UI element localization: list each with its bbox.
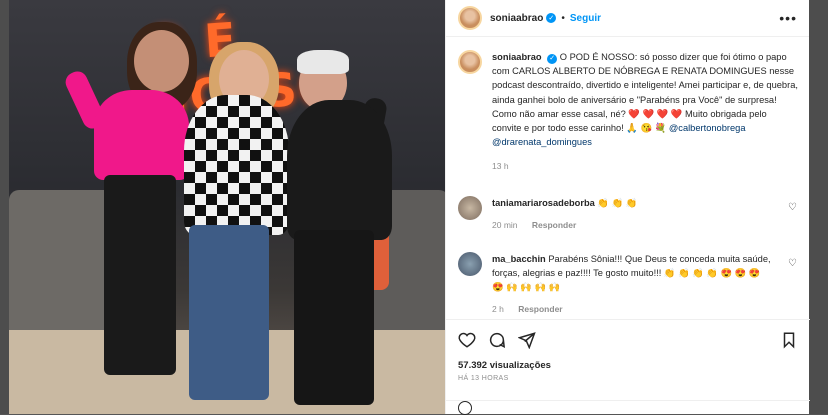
more-icon[interactable]: ••• <box>779 10 797 26</box>
mention-link[interactable]: @calbertonobrega <box>669 123 746 133</box>
person-right-hair <box>297 50 349 74</box>
reply-button[interactable]: Responder <box>518 304 562 314</box>
comment-icon[interactable] <box>488 331 506 349</box>
comment-item: taniamariarosadeborba 👏 👏 👏 20 min Respo… <box>458 196 798 232</box>
person-middle-legs <box>189 225 269 400</box>
caption-time: 13 h <box>492 161 509 172</box>
person-left-legs <box>104 175 176 375</box>
caption-username[interactable]: soniaabrao <box>492 52 542 62</box>
comment-text: 👏 👏 👏 <box>597 198 638 208</box>
post-header: soniaabrao ✓ • Seguir ••• <box>446 0 809 37</box>
views-count[interactable]: 57.392 visualizações <box>458 360 798 371</box>
comment-meta: 20 min Responder <box>492 218 772 232</box>
posted-ago: HÁ 13 HORAS <box>458 375 509 382</box>
screenshot-frame: O É NOSSO soniaabrao ✓ <box>0 0 828 415</box>
verified-icon: ✓ <box>547 54 558 65</box>
person-right-body <box>287 100 392 240</box>
post-sidebar: soniaabrao ✓ • Seguir ••• soniaabrao ✓ O… <box>445 0 810 415</box>
share-icon[interactable] <box>518 331 536 349</box>
bookmark-icon[interactable] <box>780 331 798 349</box>
comment-avatar[interactable] <box>458 196 482 220</box>
heart-icon[interactable] <box>458 331 476 349</box>
post-photo[interactable]: O É NOSSO <box>9 0 445 414</box>
comment-meta: 2 h Responder <box>492 302 772 316</box>
username-link[interactable]: soniaabrao <box>490 13 543 24</box>
smile-icon[interactable] <box>458 400 472 415</box>
follow-button[interactable]: Seguir <box>570 13 601 24</box>
comment-item: ma_bacchin Parabéns Sônia!!! Que Deus te… <box>458 252 798 316</box>
comment-avatar[interactable] <box>458 252 482 276</box>
person-right-legs <box>294 230 374 405</box>
separator-dot: • <box>561 12 565 24</box>
add-comment-bar <box>446 400 810 415</box>
caption-text: O POD É NOSSO: só posso dizer que foi ót… <box>492 52 798 134</box>
person-left-head <box>134 30 189 92</box>
post-caption: soniaabrao ✓ O POD É NOSSO: só posso diz… <box>458 50 798 174</box>
instagram-post: O É NOSSO soniaabrao ✓ <box>9 0 810 415</box>
mention-link[interactable]: @drarenata_domingues <box>492 137 592 147</box>
comment-body: taniamariarosadeborba 👏 👏 👏 20 min Respo… <box>492 196 772 232</box>
caption-avatar[interactable] <box>458 50 482 74</box>
comment-body: ma_bacchin Parabéns Sônia!!! Que Deus te… <box>492 252 772 316</box>
person-middle-body <box>184 95 289 235</box>
comment-username[interactable]: taniamariarosadeborba <box>492 198 595 208</box>
heart-icon[interactable]: ♡ <box>788 258 798 269</box>
comment-username[interactable]: ma_bacchin <box>492 254 546 264</box>
person-left-body <box>94 90 189 180</box>
reply-button[interactable]: Responder <box>532 220 576 230</box>
comment-time: 20 min <box>492 220 518 230</box>
post-actions: 57.392 visualizações HÁ 13 HORAS <box>446 319 810 382</box>
heart-icon[interactable]: ♡ <box>788 202 798 213</box>
caption-text-block: soniaabrao ✓ O POD É NOSSO: só posso diz… <box>492 50 798 174</box>
verified-icon: ✓ <box>546 13 557 23</box>
avatar[interactable] <box>458 6 482 30</box>
action-icons <box>458 328 798 352</box>
comment-time: 2 h <box>492 304 504 314</box>
